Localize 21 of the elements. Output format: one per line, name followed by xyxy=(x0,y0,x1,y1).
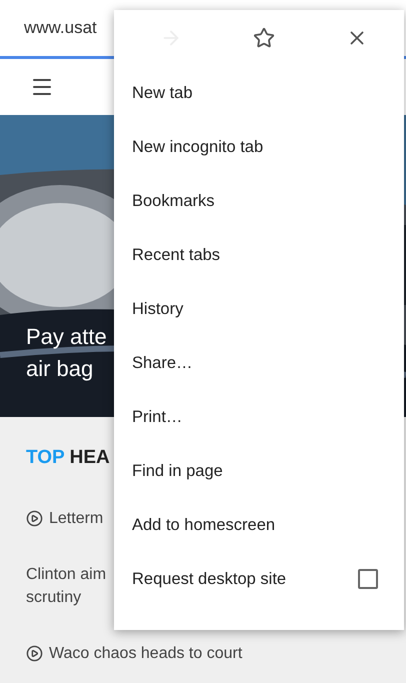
headline-text: air bag xyxy=(26,355,94,383)
star-icon xyxy=(252,27,275,49)
section-title: TOP HEA xyxy=(25,446,111,469)
headline-link[interactable]: Letterm xyxy=(49,507,104,530)
checkbox[interactable] xyxy=(358,569,378,589)
headline-text: Pay atte xyxy=(26,323,107,351)
menu-item[interactable]: Find in page xyxy=(114,444,404,498)
menu-item[interactable]: Share… xyxy=(114,336,404,390)
menu-item[interactable]: Add to homescreen xyxy=(114,498,404,552)
menu-item[interactable]: Print… xyxy=(114,390,404,444)
headline-link[interactable]: Waco chaos heads to court xyxy=(49,642,242,665)
menu-item[interactable]: New incognito tab xyxy=(114,120,404,174)
menu-item[interactable]: Recent tabs xyxy=(114,228,404,282)
menu-item[interactable]: Bookmarks xyxy=(114,174,404,228)
play-icon xyxy=(26,645,43,662)
play-icon xyxy=(26,510,43,527)
menu-item[interactable]: New tab xyxy=(114,66,404,120)
url-text[interactable]: www.usat xyxy=(24,18,97,38)
menu-item[interactable]: History xyxy=(114,282,404,336)
menu-item[interactable]: Request desktop site xyxy=(114,552,404,606)
headline-link[interactable]: Clinton aim scrutiny xyxy=(26,563,106,609)
